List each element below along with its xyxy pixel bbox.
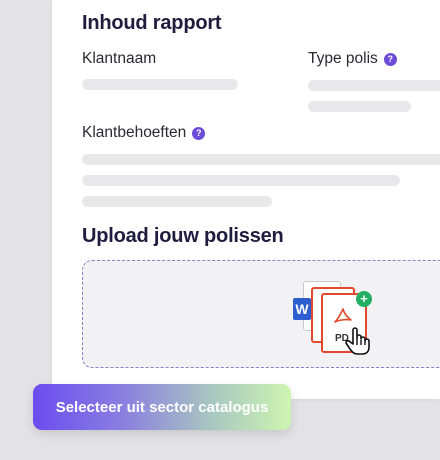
- customer-name-label: Klantnaam: [82, 50, 156, 68]
- policy-type-field-line-2: [308, 101, 411, 112]
- customer-needs-label-text: Klantbehoeften: [82, 124, 187, 141]
- policy-type-field[interactable]: [308, 80, 440, 91]
- customer-needs-field[interactable]: [82, 154, 440, 165]
- customer-needs-field-line-3: [82, 196, 272, 207]
- policy-type-label: Type polis ?: [308, 50, 397, 68]
- customer-name-field[interactable]: [82, 79, 238, 90]
- select-from-sector-catalog-button[interactable]: Selecteer uit sector catalogus: [33, 384, 291, 430]
- question-mark-icon[interactable]: ?: [192, 126, 206, 140]
- acrobat-icon: [334, 308, 352, 323]
- hand-pointer-icon: [345, 327, 370, 355]
- upload-dropzone[interactable]: W PD +: [82, 260, 440, 368]
- question-mark-icon[interactable]: ?: [383, 52, 397, 66]
- customer-name-label-text: Klantnaam: [82, 50, 157, 67]
- upload-title: Upload jouw polissen: [82, 225, 284, 247]
- policy-type-label-text: Type polis: [308, 50, 378, 67]
- customer-needs-label: Klantbehoeften ?: [82, 124, 206, 142]
- report-card: Inhoud rapport Klantnaam Type polis ? Kl…: [52, 0, 440, 399]
- word-document-icon: W: [293, 298, 311, 320]
- customer-needs-field-line-2: [82, 175, 400, 186]
- add-icon[interactable]: +: [356, 291, 372, 307]
- report-content-title: Inhoud rapport: [82, 12, 222, 34]
